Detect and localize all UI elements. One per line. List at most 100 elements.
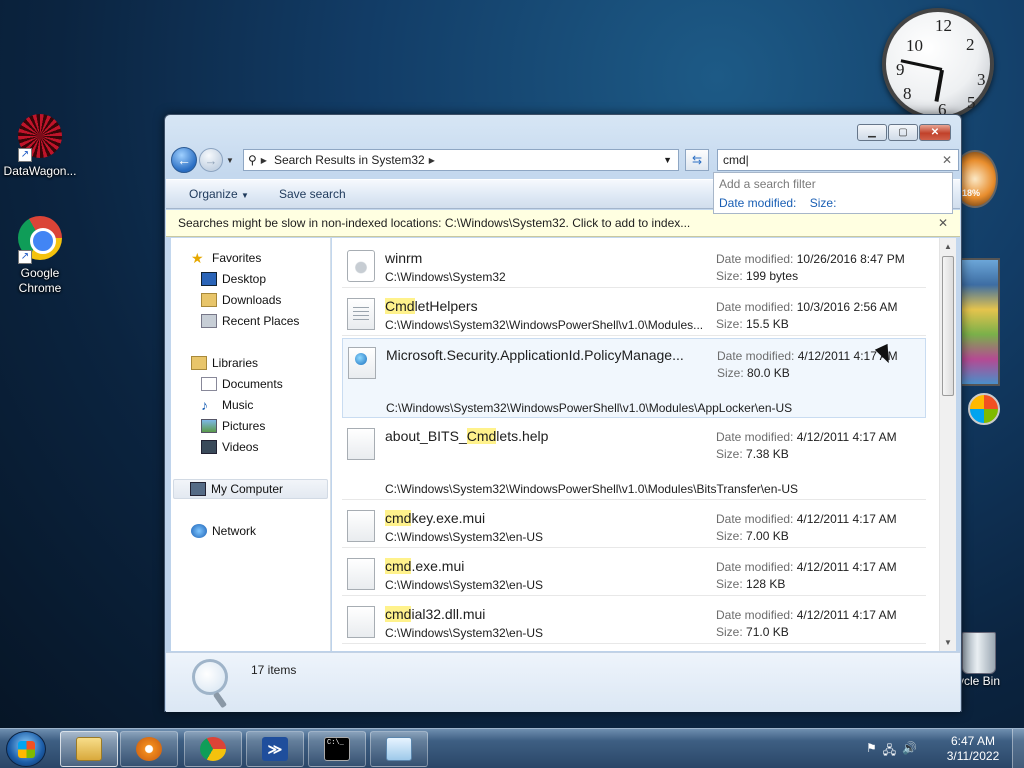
picture-puzzle-gadget[interactable] bbox=[960, 258, 1000, 386]
nav-videos[interactable]: Videos bbox=[201, 437, 258, 457]
scroll-down-icon[interactable]: ▼ bbox=[944, 638, 952, 647]
date-modified: Date modified: 10/3/2016 2:56 AM bbox=[716, 300, 898, 314]
clear-search-icon[interactable]: ✕ bbox=[942, 150, 952, 170]
result-row[interactable]: about_BITS_Cmdlets.help C:\Windows\Syste… bbox=[342, 420, 926, 500]
file-name: about_BITS_Cmdlets.help bbox=[385, 428, 549, 444]
desktop-icon-recycle-bin[interactable]: ycle Bin bbox=[958, 632, 1018, 688]
file-size: Size: 7.38 KB bbox=[716, 447, 789, 461]
network-status-icon[interactable]: 🖧 bbox=[883, 741, 896, 762]
taskbar-notepad[interactable] bbox=[370, 731, 428, 767]
search-folder-icon: ⚲ bbox=[248, 153, 257, 167]
result-row[interactable]: cmdkey.exe.mui C:\Windows\System32\en-US… bbox=[342, 502, 926, 548]
maximize-button[interactable]: ▢ bbox=[888, 124, 918, 141]
start-button[interactable] bbox=[6, 731, 46, 767]
breadcrumb-arrow-icon[interactable]: ▶ bbox=[429, 156, 435, 165]
taskbar-powershell[interactable]: ≫ bbox=[246, 731, 304, 767]
taskbar-clock[interactable]: 6:47 AM 3/11/2022 bbox=[940, 734, 1006, 764]
file-path: C:\Windows\System32\en-US bbox=[385, 578, 544, 592]
address-bar[interactable]: ⚲ ▶ Search Results in System32 ▶ ▼ bbox=[243, 149, 679, 171]
show-desktop-button[interactable] bbox=[1012, 729, 1024, 768]
result-row[interactable]: cmdial32.dll.mui C:\Windows\System32\en-… bbox=[342, 598, 926, 644]
desktop-icon-label: ycle Bin bbox=[958, 674, 1001, 688]
minimize-button[interactable]: ▁ bbox=[857, 124, 887, 141]
scrollbar-thumb[interactable] bbox=[942, 256, 954, 396]
nav-my-computer[interactable]: My Computer bbox=[173, 479, 328, 499]
file-path: C:\Windows\System32\WindowsPowerShell\v1… bbox=[385, 482, 799, 496]
nav-recent-places[interactable]: Recent Places bbox=[201, 311, 299, 331]
search-icon bbox=[192, 659, 228, 695]
desktop-icon-label: Google Chrome bbox=[18, 266, 62, 295]
nav-network[interactable]: Network bbox=[191, 521, 256, 541]
taskbar-cmd[interactable]: C:\_ bbox=[308, 731, 366, 767]
windows-logo-gadget[interactable] bbox=[968, 393, 1000, 425]
file-name: cmdial32.dll.mui bbox=[385, 606, 486, 622]
clock-gadget[interactable]: 12 10 9 8 6 5 3 2 bbox=[876, 8, 1000, 120]
date-modified: Date modified: 10/26/2016 8:47 PM bbox=[716, 252, 905, 266]
recent-pages-dropdown[interactable]: ▼ bbox=[226, 156, 234, 165]
results-scrollbar[interactable]: ▲ ▼ bbox=[939, 238, 956, 651]
taskbar-chrome[interactable] bbox=[184, 731, 242, 767]
mui-file-icon bbox=[347, 510, 375, 542]
result-row[interactable]: winrm C:\Windows\System32 Date modified:… bbox=[342, 242, 926, 288]
computer-icon bbox=[190, 482, 206, 496]
volume-icon[interactable]: 🔊 bbox=[902, 741, 917, 762]
pictures-icon bbox=[201, 419, 217, 433]
shortcut-arrow-icon: ↗ bbox=[18, 250, 32, 264]
recycle-bin-icon bbox=[962, 632, 996, 674]
scroll-up-icon[interactable]: ▲ bbox=[944, 242, 952, 251]
search-results-list: winrm C:\Windows\System32 Date modified:… bbox=[332, 238, 941, 651]
nav-pictures[interactable]: Pictures bbox=[201, 416, 265, 436]
explorer-window: ▁ ▢ ✕ ← → ▼ ⚲ ▶ Search Results in System… bbox=[164, 114, 962, 712]
breadcrumb-arrow-icon[interactable]: ▶ bbox=[261, 156, 267, 165]
filter-date-modified[interactable]: Date modified: bbox=[719, 196, 796, 210]
address-dropdown-icon[interactable]: ▼ bbox=[663, 155, 672, 165]
navigation-pane: ★ Favorites Desktop Downloads Recent Pla… bbox=[171, 238, 331, 651]
nav-downloads[interactable]: Downloads bbox=[201, 290, 281, 310]
result-row[interactable]: CmdletHelpers C:\Windows\System32\Window… bbox=[342, 290, 926, 336]
taskbar-explorer[interactable] bbox=[60, 731, 118, 767]
file-size: Size: 128 KB bbox=[716, 577, 786, 591]
filter-title: Add a search filter bbox=[719, 177, 816, 191]
nav-favorites[interactable]: ★ Favorites bbox=[191, 248, 261, 268]
libraries-icon bbox=[191, 356, 207, 370]
index-infobar[interactable]: Searches might be slow in non-indexed lo… bbox=[166, 210, 960, 237]
date-modified: Date modified: 4/12/2011 4:17 AM bbox=[716, 430, 897, 444]
result-row[interactable]: Microsoft.Security.ApplicationId.PolicyM… bbox=[342, 338, 926, 418]
file-name: winrm bbox=[385, 250, 423, 266]
forward-button[interactable]: → bbox=[199, 148, 223, 172]
result-row[interactable]: cmd.exe.mui C:\Windows\System32\en-US Da… bbox=[342, 550, 926, 596]
infobar-close-icon[interactable]: ✕ bbox=[938, 210, 948, 237]
shortcut-arrow-icon: ↗ bbox=[18, 148, 32, 162]
desktop-icon-datawagon[interactable]: ↗ DataWagon... bbox=[0, 112, 80, 179]
nav-documents[interactable]: Documents bbox=[201, 374, 283, 394]
cpu-meter-value: 18% bbox=[962, 188, 981, 198]
powershell-icon: ≫ bbox=[262, 737, 288, 761]
chrome-icon bbox=[200, 737, 226, 761]
refresh-button[interactable]: ⇆ bbox=[685, 149, 709, 171]
organize-button[interactable]: Organize ▼ bbox=[189, 187, 249, 201]
back-button[interactable]: ← bbox=[171, 147, 197, 173]
star-icon: ★ bbox=[191, 250, 204, 266]
desktop-icon-google-chrome[interactable]: ↗ Google Chrome bbox=[0, 214, 80, 296]
nav-desktop[interactable]: Desktop bbox=[201, 269, 266, 289]
search-input[interactable]: cmd| ✕ bbox=[717, 149, 959, 171]
videos-icon bbox=[201, 440, 217, 454]
file-size: Size: 71.0 KB bbox=[716, 625, 789, 639]
date-modified: Date modified: 4/12/2011 4:17 AM bbox=[716, 512, 897, 526]
taskbar-media-player[interactable] bbox=[120, 731, 178, 767]
mui-file-icon bbox=[347, 606, 375, 638]
downloads-folder-icon bbox=[201, 293, 217, 307]
address-text: Search Results in System32 bbox=[273, 153, 425, 167]
file-path: C:\Windows\System32 bbox=[385, 270, 506, 284]
nav-music[interactable]: ♪ Music bbox=[201, 395, 253, 415]
file-name: CmdletHelpers bbox=[385, 298, 478, 314]
close-button[interactable]: ✕ bbox=[919, 124, 951, 141]
save-search-button[interactable]: Save search bbox=[279, 187, 346, 201]
module-file-icon bbox=[347, 298, 375, 330]
file-name: cmdkey.exe.mui bbox=[385, 510, 486, 526]
action-center-icon[interactable]: ⚑ bbox=[866, 741, 877, 762]
nav-libraries[interactable]: Libraries bbox=[191, 353, 258, 373]
desktop-icon bbox=[201, 272, 217, 286]
desktop-icon-label: DataWagon... bbox=[3, 164, 77, 178]
filter-size[interactable]: Size: bbox=[810, 196, 837, 210]
